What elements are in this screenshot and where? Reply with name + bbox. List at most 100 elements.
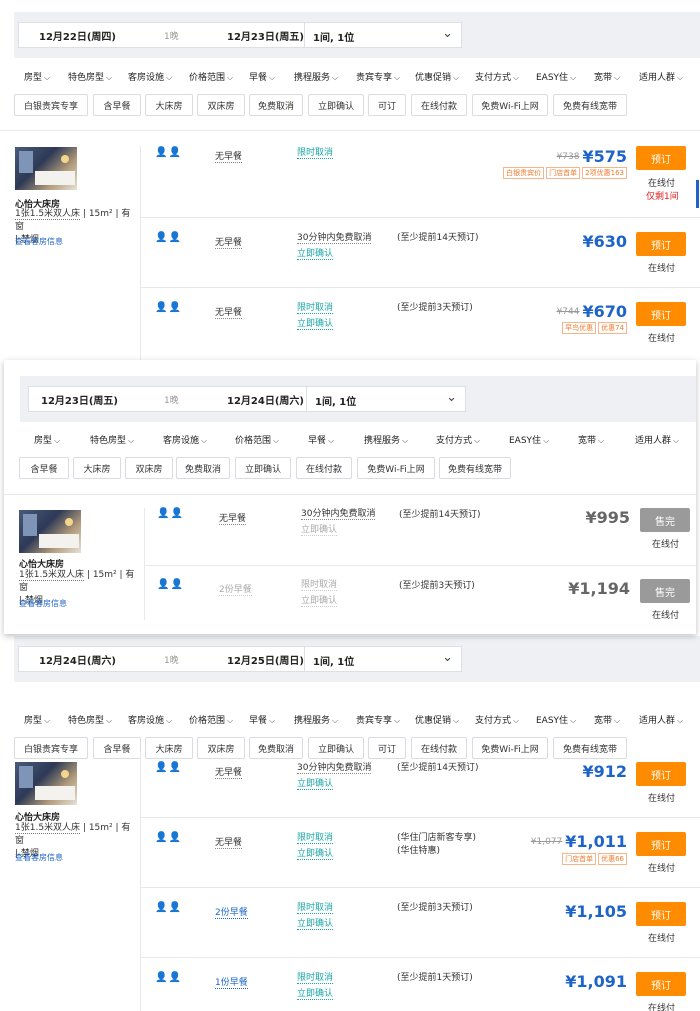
current-price: ¥1,194 [568, 579, 630, 598]
tag-twin-bed[interactable]: 双床房 [197, 94, 245, 116]
tag-king-bed[interactable]: 大床房 [145, 94, 193, 116]
rooms-guests-select[interactable]: 1间, 1位 ⌄ [304, 646, 462, 672]
book-button[interactable]: 预订 [636, 146, 686, 170]
tag-instant-confirm[interactable]: 立即确认 [308, 94, 364, 116]
filter-feature-room[interactable]: 特色房型 ⌵ [68, 713, 112, 726]
cancel-policy: 30分钟内免费取消 立即确认 [297, 233, 372, 260]
booking-condition: (至少提前14天预订) [399, 510, 481, 520]
filter-breakfast[interactable]: 早餐 ⌵ [249, 713, 275, 726]
filter-ctrip-service[interactable]: 携程服务 ⌵ [294, 70, 338, 83]
chevron-down-icon: ⌵ [673, 436, 680, 445]
chevron-down-icon: ⌵ [106, 716, 113, 725]
tag-free-wifi[interactable]: 免费Wi-Fi上网 [472, 94, 548, 116]
room-info-link[interactable]: 查看客房信息 [19, 598, 67, 609]
filter-feature-room[interactable]: 特色房型 ⌵ [90, 433, 134, 446]
tag-free-cancel[interactable]: 免费取消 [176, 457, 230, 479]
tag-king-bed[interactable]: 大床房 [73, 457, 121, 479]
filter-feature-room[interactable]: 特色房型 ⌵ [68, 70, 112, 83]
checkout-date[interactable]: 12月25日(周日) [227, 652, 304, 667]
filter-facilities[interactable]: 客房设施 ⌵ [128, 713, 172, 726]
date-range-picker[interactable]: 12月23日(周五) 1晚 12月24日(周六) [28, 386, 310, 412]
tag-free-cancel[interactable]: 免费取消 [249, 94, 303, 116]
rooms-guests-select[interactable]: 1间, 1位 ⌄ [304, 22, 462, 48]
tag-bookable[interactable]: 可订 [368, 94, 406, 116]
filter-price[interactable]: 价格范围 ⌵ [189, 70, 233, 83]
filter-ctrip-service[interactable]: 携程服务 ⌵ [294, 713, 338, 726]
filter-facilities[interactable]: 客房设施 ⌵ [128, 70, 172, 83]
booking-condition: (至少提前14天预订) [397, 763, 479, 773]
room-photo[interactable] [15, 762, 77, 805]
room-info-link[interactable]: 查看客房信息 [15, 852, 63, 863]
checkout-date[interactable]: 12月24日(周六) [227, 392, 304, 407]
tag-free-wifi[interactable]: 免费Wi-Fi上网 [357, 457, 435, 479]
filter-room-type[interactable]: 房型 ⌵ [24, 713, 50, 726]
filter-audience[interactable]: 适用人群 ⌵ [635, 433, 679, 446]
filter-audience[interactable]: 适用人群 ⌵ [639, 70, 683, 83]
filter-broadband[interactable]: 宽带 ⌵ [594, 70, 620, 83]
book-button[interactable]: 预订 [636, 902, 686, 926]
filter-promo[interactable]: 优惠促销 ⌵ [415, 713, 459, 726]
filter-easy[interactable]: EASY住 ⌵ [536, 70, 576, 83]
chevron-down-icon: ⌵ [227, 73, 234, 82]
tag-online-pay[interactable]: 在线付款 [411, 94, 467, 116]
promo-badges: 白银贵宾价 门店首单 2项优惠163 [503, 167, 627, 179]
filter-ctrip-service[interactable]: 携程服务 ⌵ [364, 433, 408, 446]
chevron-down-icon: ⌄ [442, 26, 453, 41]
sold-out-button[interactable]: 售完 [640, 579, 690, 603]
chevron-down-icon: ⌵ [453, 716, 460, 725]
filter-easy[interactable]: EASY住 ⌵ [536, 713, 576, 726]
filter-payment[interactable]: 支付方式 ⌵ [436, 433, 480, 446]
tag-silver-vip[interactable]: 白银贵宾专享 [14, 94, 88, 116]
book-button[interactable]: 预订 [636, 302, 686, 326]
room-photo[interactable] [19, 510, 81, 553]
checkin-date[interactable]: 12月24日(周六) [39, 652, 116, 667]
checkout-date[interactable]: 12月23日(周五) [227, 28, 304, 43]
tag-breakfast[interactable]: 含早餐 [19, 457, 69, 479]
rooms-guests-value: 1间, 1位 [315, 397, 357, 408]
filter-vip[interactable]: 贵宾专享 ⌵ [356, 70, 400, 83]
book-button[interactable]: 预订 [636, 762, 686, 786]
filter-breakfast[interactable]: 早餐 ⌵ [249, 70, 275, 83]
scrollbar[interactable] [696, 180, 699, 208]
rooms-left: 仅剩1间 [646, 192, 679, 202]
filter-promo[interactable]: 优惠促销 ⌵ [415, 70, 459, 83]
book-button[interactable]: 预订 [636, 972, 686, 996]
filter-payment[interactable]: 支付方式 ⌵ [475, 70, 519, 83]
filter-broadband[interactable]: 宽带 ⌵ [594, 713, 620, 726]
filter-broadband[interactable]: 宽带 ⌵ [578, 433, 604, 446]
filter-room-type[interactable]: 房型 ⌵ [34, 433, 60, 446]
chevron-down-icon: ⌵ [273, 436, 280, 445]
filter-vip[interactable]: 贵宾专享 ⌵ [356, 713, 400, 726]
guests-icon: 👤👤 [155, 832, 182, 843]
tag-wired-broadband[interactable]: 免费有线宽带 [553, 94, 627, 116]
book-button[interactable]: 预订 [636, 832, 686, 856]
room-info-link[interactable]: 查看客房信息 [15, 236, 63, 247]
filter-facilities[interactable]: 客房设施 ⌵ [163, 433, 207, 446]
rooms-guests-select[interactable]: 1间, 1位 ⌄ [306, 386, 466, 412]
filter-price[interactable]: 价格范围 ⌵ [189, 713, 233, 726]
chevron-down-icon: ⌵ [513, 73, 520, 82]
pay-online-note: 在线付 [648, 334, 676, 344]
filter-audience[interactable]: 适用人群 ⌵ [639, 713, 683, 726]
price: ¥1,194 [568, 579, 630, 598]
date-range-picker[interactable]: 12月22日(周四) 1晚 12月23日(周五) [18, 22, 308, 48]
current-price: ¥670 [582, 302, 627, 321]
tag-wired-broadband[interactable]: 免费有线宽带 [439, 457, 511, 479]
book-button[interactable]: 预订 [636, 232, 686, 256]
filter-breakfast[interactable]: 早餐 ⌵ [308, 433, 334, 446]
chevron-down-icon: ⌵ [166, 73, 173, 82]
room-photo[interactable] [15, 147, 77, 190]
filter-price[interactable]: 价格范围 ⌵ [235, 433, 279, 446]
filter-payment[interactable]: 支付方式 ⌵ [475, 713, 519, 726]
tag-online-pay[interactable]: 在线付款 [296, 457, 352, 479]
tag-breakfast[interactable]: 含早餐 [93, 94, 141, 116]
tag-twin-bed[interactable]: 双床房 [125, 457, 173, 479]
guests-icon: 👤👤 [155, 902, 182, 913]
tag-instant-confirm[interactable]: 立即确认 [235, 457, 291, 479]
checkin-date[interactable]: 12月23日(周五) [41, 392, 118, 407]
filter-easy[interactable]: EASY住 ⌵ [509, 433, 549, 446]
date-range-picker[interactable]: 12月24日(周六) 1晚 12月25日(周日) [18, 646, 308, 672]
sold-out-button[interactable]: 售完 [640, 508, 690, 532]
filter-room-type[interactable]: 房型 ⌵ [24, 70, 50, 83]
checkin-date[interactable]: 12月22日(周四) [39, 28, 116, 43]
